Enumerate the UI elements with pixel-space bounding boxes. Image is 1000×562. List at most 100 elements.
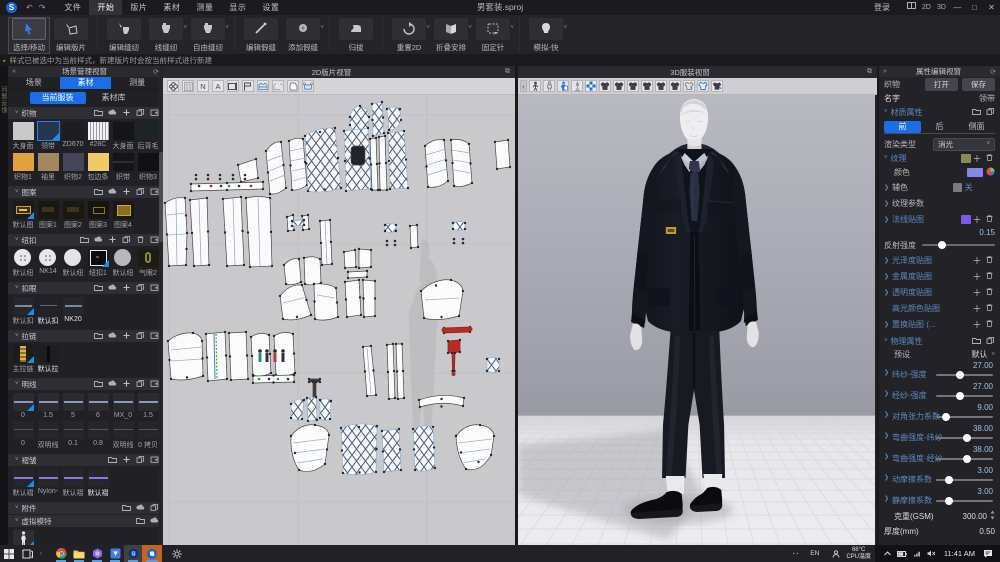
pattern-piece[interactable]	[303, 257, 322, 285]
pattern-piece[interactable]	[468, 327, 473, 332]
pattern-piece[interactable]	[205, 331, 228, 382]
section-header-拉链[interactable]: ˅拉链	[8, 330, 163, 342]
pattern-piece[interactable]	[424, 139, 449, 188]
avatar-icon[interactable]	[529, 80, 541, 92]
letter-A-icon[interactable]: A	[212, 80, 224, 92]
plus-icon[interactable]	[122, 284, 131, 293]
pattern-piece[interactable]	[371, 101, 385, 137]
expand-icon[interactable]: ❯	[884, 200, 889, 207]
expand-icon[interactable]: ❯	[884, 453, 889, 460]
expand-icon[interactable]: ❯	[884, 411, 889, 418]
copy-icon[interactable]	[136, 332, 145, 341]
pattern-piece[interactable]	[362, 279, 376, 318]
shape-blue-icon[interactable]	[302, 80, 314, 92]
section-collapse-icon[interactable]: ˅	[15, 333, 19, 339]
material-item[interactable]: 织物1	[11, 153, 35, 182]
check-blue-icon[interactable]	[585, 80, 597, 92]
app-logo-icon[interactable]: S	[6, 2, 17, 13]
sidebar-subtab-素材库[interactable]: 素材库	[86, 92, 142, 104]
maximize-button[interactable]: □	[966, 0, 983, 15]
pattern-piece[interactable]	[290, 424, 330, 472]
slider-knob[interactable]	[945, 497, 953, 505]
normal-map-swatch[interactable]	[961, 215, 971, 224]
pattern-piece[interactable]	[228, 331, 249, 381]
folder-icon[interactable]	[94, 380, 103, 389]
add-map-icon[interactable]: ＋	[971, 270, 983, 283]
tool-编辑版片[interactable]: 编辑版片	[51, 18, 91, 53]
pattern-piece[interactable]	[455, 424, 495, 470]
pattern-piece[interactable]	[358, 248, 372, 269]
section-collapse-icon[interactable]: ˅	[15, 189, 19, 195]
copy-icon[interactable]	[150, 504, 159, 513]
avatar-blue-icon[interactable]	[557, 80, 569, 92]
blob-icon[interactable]	[287, 80, 299, 92]
plus-icon[interactable]	[122, 332, 131, 341]
material-item[interactable]: 0 拷贝	[136, 421, 160, 450]
tool-编辑假缝[interactable]: 编辑假缝	[241, 18, 281, 53]
pattern-piece[interactable]	[347, 270, 368, 279]
material-item[interactable]: 大身面	[11, 122, 35, 151]
slider-track[interactable]	[936, 479, 993, 481]
pattern-piece[interactable]	[412, 426, 436, 471]
pattern-piece[interactable]	[313, 283, 339, 320]
tool-归拔[interactable]: 归拔	[336, 18, 376, 53]
dropdown-chevron-icon[interactable]: ˅	[563, 25, 567, 31]
pattern-piece[interactable]	[279, 284, 312, 320]
back-icon[interactable]: ‹	[520, 80, 527, 92]
sidebar-tab-素材[interactable]: 素材	[60, 77, 112, 89]
settings-gear-icon[interactable]	[168, 545, 186, 562]
section-collapse-icon[interactable]: ˅	[15, 381, 19, 387]
pattern-piece[interactable]	[447, 339, 461, 354]
minimize-button[interactable]: —	[949, 0, 966, 15]
plus-icon[interactable]	[122, 188, 131, 197]
save-button[interactable]: 保存	[962, 78, 995, 91]
blue-app-icon[interactable]	[106, 545, 124, 562]
stand-icon[interactable]	[571, 80, 583, 92]
pattern-piece[interactable]	[452, 372, 456, 376]
material-item[interactable]: NK20	[61, 297, 85, 326]
pattern-piece[interactable]	[386, 343, 396, 400]
props-refresh-icon[interactable]: ⟳	[986, 68, 1000, 76]
pattern-piece[interactable]	[304, 127, 342, 192]
slider-track[interactable]	[936, 395, 993, 397]
color-swatch[interactable]	[967, 168, 983, 177]
plus-icon[interactable]	[122, 456, 131, 465]
folder-icon[interactable]	[136, 517, 145, 526]
tool-折叠安排[interactable]: ˅折叠安排	[431, 18, 471, 53]
pattern-piece[interactable]	[319, 399, 332, 421]
material-item[interactable]: 默认拉	[36, 345, 60, 374]
garment-3d-viewport[interactable]	[518, 95, 877, 545]
section-collapse-icon[interactable]: ˅	[15, 237, 19, 243]
notification-icon[interactable]	[983, 549, 993, 558]
chevron-icon[interactable]: ›	[36, 545, 46, 562]
section-collapse-icon[interactable]: ˅	[15, 518, 19, 524]
box-edit-icon[interactable]	[227, 80, 239, 92]
letter-N-icon[interactable]: N	[197, 80, 209, 92]
section-header-扣眼[interactable]: ˅扣眼	[8, 282, 163, 294]
menu-设置[interactable]: 设置	[254, 0, 287, 15]
delete-map-icon[interactable]	[983, 304, 995, 313]
folder-icon[interactable]	[94, 109, 103, 118]
material-item[interactable]: 默认褶	[86, 469, 110, 498]
add-texture-icon[interactable]: ＋	[971, 152, 983, 165]
copy-icon[interactable]	[136, 380, 145, 389]
plus-icon[interactable]	[122, 109, 131, 118]
cloud-icon[interactable]	[108, 332, 117, 341]
pattern-piece[interactable]	[494, 139, 511, 170]
menu-开始[interactable]: 开始	[89, 0, 122, 15]
pattern-piece[interactable]	[195, 174, 247, 181]
open-button[interactable]: 打开	[925, 78, 958, 91]
section-header-纽扣[interactable]: ˅纽扣	[8, 234, 163, 246]
material-item[interactable]: 默认褶	[61, 469, 85, 498]
folder-icon[interactable]	[80, 236, 89, 245]
shirt5-icon[interactable]	[655, 80, 667, 92]
material-item[interactable]: 0.8	[86, 421, 110, 450]
slider-track[interactable]	[936, 416, 993, 418]
tool-线缝纫[interactable]: ˅线缝纫	[146, 18, 186, 53]
expand-icon[interactable]: ❯	[884, 432, 889, 439]
material-item[interactable]: 0	[11, 393, 35, 419]
material-item[interactable]: 5	[61, 393, 85, 419]
material-item[interactable]: 0	[11, 421, 35, 450]
dropdown-chevron-icon[interactable]: ˅	[468, 25, 472, 31]
sidebar-tab-测量[interactable]: 测量	[111, 77, 163, 89]
